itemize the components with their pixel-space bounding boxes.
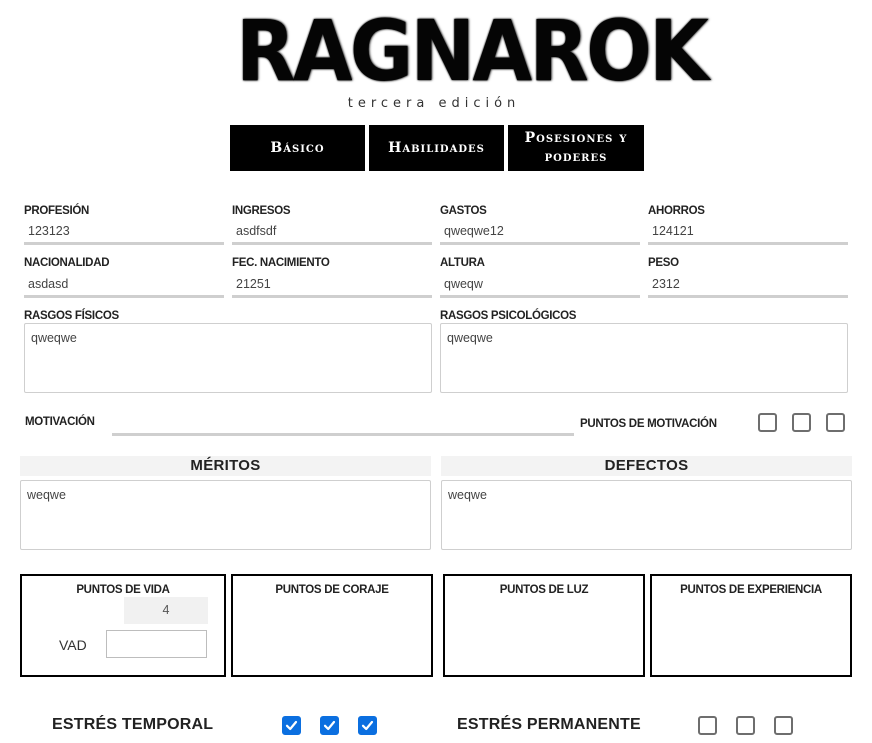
- motivacion-label: MOTIVACIÓN: [25, 416, 95, 428]
- tab-posesiones[interactable]: Posesiones y poderes: [508, 125, 644, 171]
- puntos-vida-box: PUNTOS DE VIDA 4 VAD: [20, 574, 226, 677]
- altura-input[interactable]: [440, 272, 640, 298]
- logo-subtitle: tercera edición: [347, 96, 521, 111]
- peso-label: PESO: [648, 257, 679, 269]
- fec-nacimiento-label: FEC. NACIMIENTO: [232, 257, 330, 269]
- ingresos-label: INGRESOS: [232, 205, 291, 217]
- puntos-vida-label: PUNTOS DE VIDA: [76, 584, 170, 596]
- estres-temporal-checkbox-1[interactable]: [282, 716, 301, 735]
- puntos-experiencia-box[interactable]: PUNTOS DE EXPERIENCIA: [650, 574, 852, 677]
- defectos-textarea[interactable]: weqwe: [441, 480, 852, 550]
- motivacion-checkbox-3[interactable]: [826, 413, 845, 432]
- tab-posesiones-label: Posesiones y poderes: [524, 130, 628, 165]
- ingresos-input[interactable]: [232, 219, 432, 245]
- puntos-experiencia-label: PUNTOS DE EXPERIENCIA: [680, 584, 822, 596]
- rasgos-psicologicos-label: RASGOS PSICOLÓGICOS: [440, 310, 577, 322]
- ahorros-input[interactable]: [648, 219, 848, 245]
- puntos-vida-value[interactable]: 4: [124, 597, 208, 624]
- defectos-header: DEFECTOS: [441, 456, 852, 476]
- nacionalidad-label: NACIONALIDAD: [24, 257, 110, 269]
- tab-basico-label: Básico: [270, 139, 325, 156]
- puntos-motivacion-label: PUNTOS DE MOTIVACIÓN: [580, 418, 717, 430]
- puntos-luz-box[interactable]: PUNTOS DE LUZ: [443, 574, 645, 677]
- vad-label: VAD: [59, 637, 87, 653]
- meritos-header: MÉRITOS: [20, 456, 431, 476]
- rasgos-psicologicos-textarea[interactable]: qweqwe: [440, 323, 848, 393]
- check-icon: [361, 720, 374, 731]
- peso-input[interactable]: [648, 272, 848, 298]
- nacionalidad-input[interactable]: [24, 272, 224, 298]
- estres-temporal-checkbox-3[interactable]: [358, 716, 377, 735]
- ragnarok-logo: RAGNAROK: [236, 2, 709, 100]
- fec-nacimiento-input[interactable]: [232, 272, 432, 298]
- tab-habilidades[interactable]: Habilidades: [369, 125, 504, 171]
- estres-permanente-checkbox-3[interactable]: [774, 716, 793, 735]
- tab-habilidades-label: Habilidades: [388, 139, 485, 156]
- estres-temporal-label: ESTRÉS TEMPORAL: [52, 716, 214, 733]
- puntos-coraje-label: PUNTOS DE CORAJE: [275, 584, 389, 596]
- motivacion-checkbox-2[interactable]: [792, 413, 811, 432]
- motivacion-input[interactable]: [112, 410, 574, 436]
- puntos-luz-label: PUNTOS DE LUZ: [499, 584, 589, 596]
- ahorros-label: AHORROS: [648, 205, 705, 217]
- tab-basico[interactable]: Básico: [230, 125, 365, 171]
- gastos-input[interactable]: [440, 219, 640, 245]
- meritos-textarea[interactable]: weqwe: [20, 480, 431, 550]
- check-icon: [323, 720, 336, 731]
- rasgos-fisicos-textarea[interactable]: qweqwe: [24, 323, 432, 393]
- estres-permanente-label: ESTRÉS PERMANENTE: [457, 716, 641, 733]
- gastos-label: GASTOS: [440, 205, 487, 217]
- puntos-coraje-box[interactable]: PUNTOS DE CORAJE: [231, 574, 433, 677]
- estres-permanente-checkbox-2[interactable]: [736, 716, 755, 735]
- check-icon: [285, 720, 298, 731]
- estres-permanente-checkbox-1[interactable]: [698, 716, 717, 735]
- altura-label: ALTURA: [440, 257, 485, 269]
- rasgos-fisicos-label: RASGOS FÍSICOS: [24, 310, 119, 322]
- profesion-input[interactable]: [24, 219, 224, 245]
- motivacion-checkbox-1[interactable]: [758, 413, 777, 432]
- estres-temporal-checkbox-2[interactable]: [320, 716, 339, 735]
- vad-input[interactable]: [106, 630, 207, 658]
- profesion-label: PROFESIÓN: [24, 205, 90, 217]
